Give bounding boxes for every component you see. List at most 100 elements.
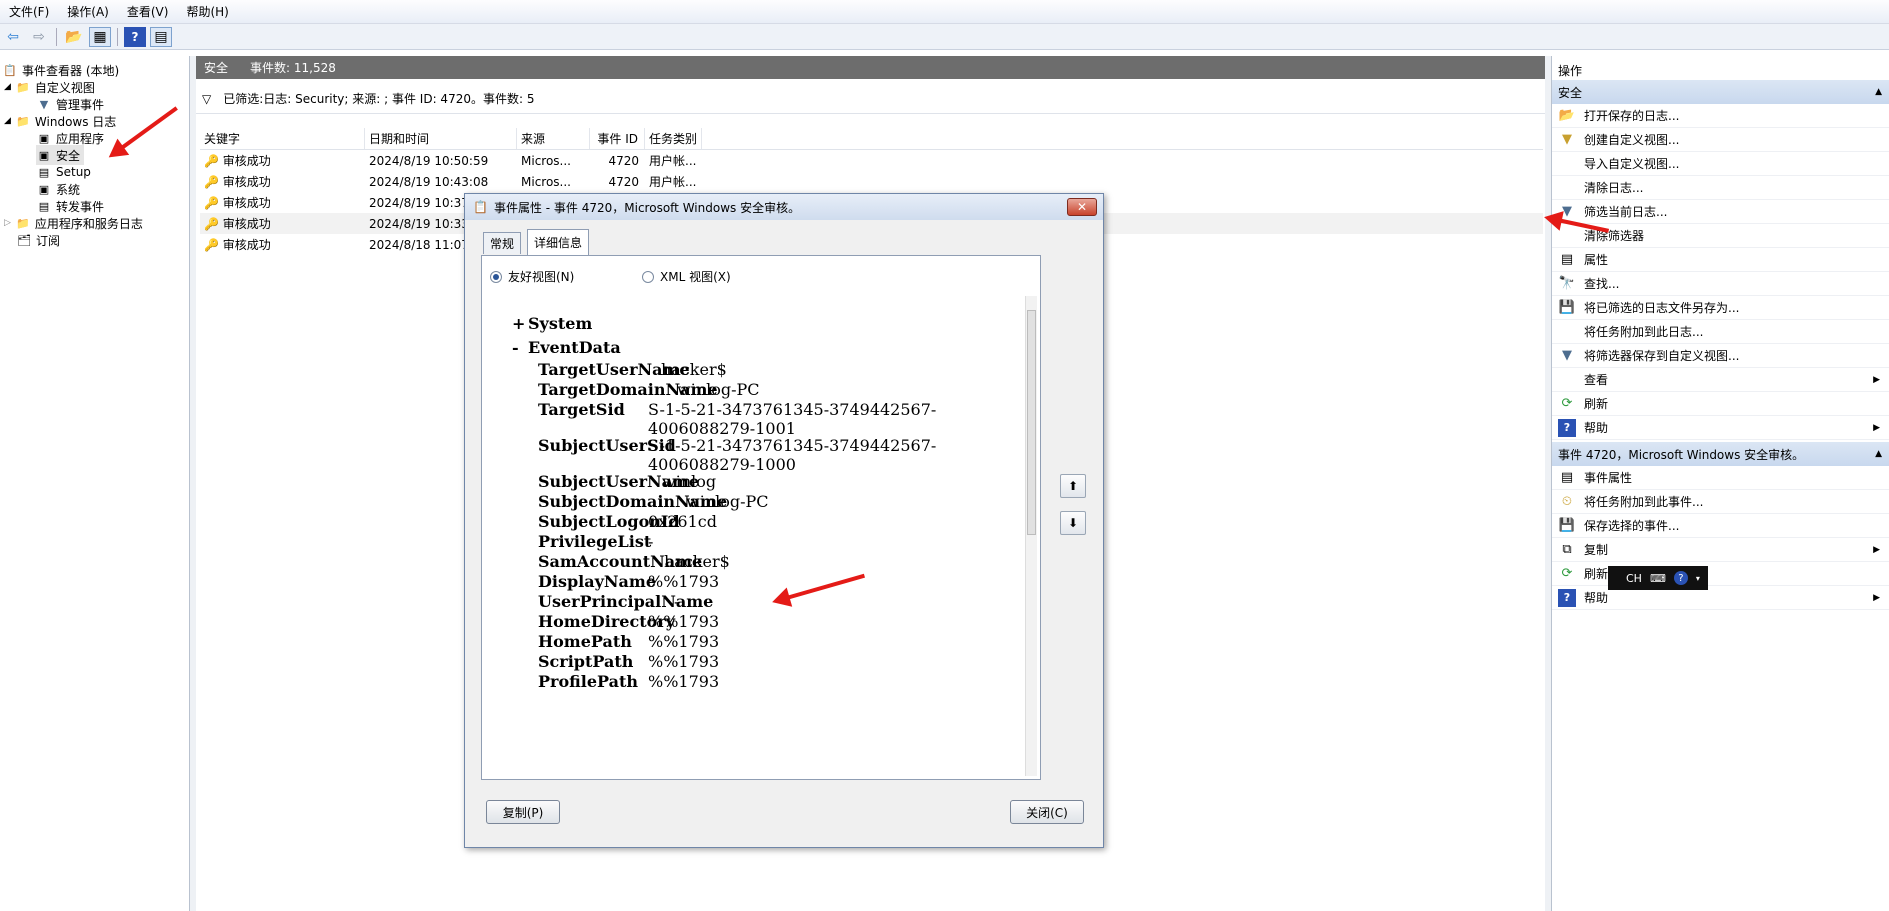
help-icon[interactable]: ? bbox=[124, 26, 146, 47]
ime-language[interactable]: CH bbox=[1626, 572, 1642, 585]
options-arrow-icon[interactable]: ▾ bbox=[1696, 574, 1700, 583]
up-folder-icon[interactable]: 📂 bbox=[63, 27, 85, 47]
col-keyword[interactable]: 关键字 bbox=[200, 128, 365, 149]
action-help-event[interactable]: ? 帮助 ▶ bbox=[1552, 586, 1889, 610]
show-hide-actions-icon[interactable]: ▤ bbox=[150, 26, 172, 47]
action-copy[interactable]: ⧉ 复制 ▶ bbox=[1552, 538, 1889, 562]
copy-icon: ⧉ bbox=[1562, 542, 1572, 557]
close-button[interactable]: 关闭(C) bbox=[1010, 800, 1084, 824]
keyboard-icon[interactable]: ⌨ bbox=[1650, 572, 1666, 585]
next-event-button[interactable]: ⬇ bbox=[1060, 511, 1086, 535]
action-refresh[interactable]: ⟳ 刷新 bbox=[1552, 392, 1889, 416]
tree-admin-events-label: 管理事件 bbox=[56, 97, 105, 112]
tree-root-label: 事件查看器 (本地) bbox=[22, 63, 120, 78]
menu-view[interactable]: 查看(V) bbox=[118, 3, 178, 20]
action-filter-current-log[interactable]: ▼ 筛选当前日志... bbox=[1552, 200, 1889, 224]
field-row: DisplayName %%1793 bbox=[538, 572, 719, 591]
actions-section-event[interactable]: 事件 4720，Microsoft Windows 安全审核。 ▲ bbox=[1552, 442, 1889, 466]
tree-subscriptions[interactable]: 🗂 订阅 bbox=[16, 230, 60, 250]
action-label: 帮助 bbox=[1584, 591, 1609, 605]
dialog-titlebar[interactable]: 📋 事件属性 - 事件 4720，Microsoft Windows 安全审核。 bbox=[465, 194, 1103, 220]
expand-icon: + bbox=[512, 314, 526, 333]
radio-friendly-view[interactable]: 友好视图(N) bbox=[490, 268, 574, 285]
task-cell: 用户帐... bbox=[649, 175, 697, 189]
task-cell: 用户帐... bbox=[649, 154, 697, 168]
system-node[interactable]: + System bbox=[512, 314, 592, 333]
action-find[interactable]: 🔭 查找... bbox=[1552, 272, 1889, 296]
submenu-arrow-icon: ▶ bbox=[1873, 422, 1880, 433]
field-row: SubjectUserSid S-1-5-21-3473761345-374944… bbox=[538, 436, 936, 474]
field-row: UserPrincipalName - bbox=[538, 592, 713, 611]
collapse-arrow-icon[interactable]: ▲ bbox=[1875, 449, 1882, 459]
help-icon[interactable]: ? bbox=[1673, 571, 1688, 585]
ime-bar[interactable]: CH ⌨ ? ▾ bbox=[1608, 566, 1708, 590]
field-value: %%1793 bbox=[648, 572, 720, 591]
key-icon: 🔑 bbox=[204, 238, 219, 252]
forward-icon[interactable]: ⇨ bbox=[28, 27, 50, 47]
actions-section-security[interactable]: 安全 ▲ bbox=[1552, 80, 1889, 104]
action-attach-task-to-log[interactable]: 将任务附加到此日志... bbox=[1552, 320, 1889, 344]
tab-details[interactable]: 详细信息 bbox=[527, 229, 590, 255]
radio-unselected-icon bbox=[642, 270, 654, 283]
vertical-scrollbar[interactable] bbox=[1025, 296, 1037, 776]
action-label: 筛选当前日志... bbox=[1584, 205, 1668, 219]
keyword-cell: 🔑 审核成功 bbox=[200, 173, 365, 190]
action-create-custom-view[interactable]: ▼ 创建自定义视图... bbox=[1552, 128, 1889, 152]
previous-event-button[interactable]: ⬆ bbox=[1060, 474, 1086, 498]
field-value: winlog-PC bbox=[686, 492, 769, 511]
field-value: - bbox=[674, 592, 680, 611]
action-help[interactable]: ? 帮助 ▶ bbox=[1552, 416, 1889, 440]
field-row: SubjectDomainName winlog-PC bbox=[538, 492, 769, 511]
keyword-text: 审核成功 bbox=[222, 217, 271, 231]
radio-label: XML 视图(X) bbox=[660, 270, 731, 284]
action-properties[interactable]: ▤ 属性 bbox=[1552, 248, 1889, 272]
action-save-filtered-log[interactable]: 💾 将已筛选的日志文件另存为... bbox=[1552, 296, 1889, 320]
menu-file[interactable]: 文件(F) bbox=[0, 3, 58, 20]
table-row[interactable]: 🔑 审核成功 2024/8/19 10:43:08 Micros... 4720… bbox=[200, 171, 1543, 192]
actions-header: 操作 bbox=[1558, 63, 1583, 78]
field-value-block: S-1-5-21-3473761345-3749442567- 400608827… bbox=[648, 400, 936, 438]
action-label: 事件属性 bbox=[1584, 471, 1633, 485]
col-event-id[interactable]: 事件 ID bbox=[590, 128, 645, 149]
toolbar-divider bbox=[56, 27, 57, 46]
action-save-selected-events[interactable]: 💾 保存选择的事件... bbox=[1552, 514, 1889, 538]
menu-help[interactable]: 帮助(H) bbox=[177, 3, 237, 20]
back-icon[interactable]: ⇦ bbox=[2, 27, 24, 47]
field-key: HomePath bbox=[538, 632, 632, 651]
dialog-title: 事件属性 - 事件 4720，Microsoft Windows 安全审核。 bbox=[493, 200, 801, 215]
action-open-saved-log[interactable]: 📂 打开保存的日志... bbox=[1552, 104, 1889, 128]
action-view[interactable]: 查看 ▶ bbox=[1552, 368, 1889, 392]
scrollbar-thumb[interactable] bbox=[1027, 310, 1036, 535]
col-datetime[interactable]: 日期和时间 bbox=[365, 128, 517, 149]
toolbar-divider bbox=[117, 27, 118, 46]
source-cell: Micros... bbox=[521, 174, 571, 189]
col-source[interactable]: 来源 bbox=[517, 128, 590, 149]
action-label: 查找... bbox=[1584, 277, 1620, 291]
radio-xml-view[interactable]: XML 视图(X) bbox=[642, 268, 731, 285]
field-key: SubjectDomainName bbox=[538, 492, 728, 511]
show-hide-tree-icon[interactable]: ▦ bbox=[89, 26, 111, 47]
action-clear-log[interactable]: 清除日志... bbox=[1552, 176, 1889, 200]
eventdata-node[interactable]: - EventData bbox=[512, 338, 621, 357]
action-label: 打开保存的日志... bbox=[1584, 109, 1680, 123]
action-save-filter-to-view[interactable]: ▼ 将筛选器保存到自定义视图... bbox=[1552, 344, 1889, 368]
help-icon: ? bbox=[1558, 588, 1576, 607]
collapse-arrow-icon[interactable]: ▲ bbox=[1875, 87, 1882, 97]
col-task[interactable]: 任务类别 bbox=[645, 128, 702, 149]
close-icon[interactable]: ✕ bbox=[1067, 198, 1097, 216]
action-attach-task-to-event[interactable]: ⏲ 将任务附加到此事件... bbox=[1552, 490, 1889, 514]
key-icon: 🔑 bbox=[204, 154, 219, 168]
action-event-properties[interactable]: ▤ 事件属性 bbox=[1552, 466, 1889, 490]
blank-icon bbox=[1558, 227, 1576, 245]
radio-label: 友好视图(N) bbox=[508, 270, 575, 284]
properties-icon: ▤ bbox=[1560, 470, 1574, 485]
action-label: 保存选择的事件... bbox=[1584, 519, 1680, 533]
menu-action[interactable]: 操作(A) bbox=[58, 3, 118, 20]
table-row[interactable]: 🔑 审核成功 2024/8/19 10:50:59 Micros... 4720… bbox=[200, 150, 1543, 171]
copy-button[interactable]: 复制(P) bbox=[486, 800, 560, 824]
field-key: SubjectLogonId bbox=[538, 512, 680, 531]
action-refresh-event[interactable]: ⟳ 刷新 bbox=[1552, 562, 1889, 586]
field-value: hacker$ bbox=[661, 360, 727, 379]
tab-general[interactable]: 常规 bbox=[483, 232, 522, 254]
action-import-custom-view[interactable]: 导入自定义视图... bbox=[1552, 152, 1889, 176]
